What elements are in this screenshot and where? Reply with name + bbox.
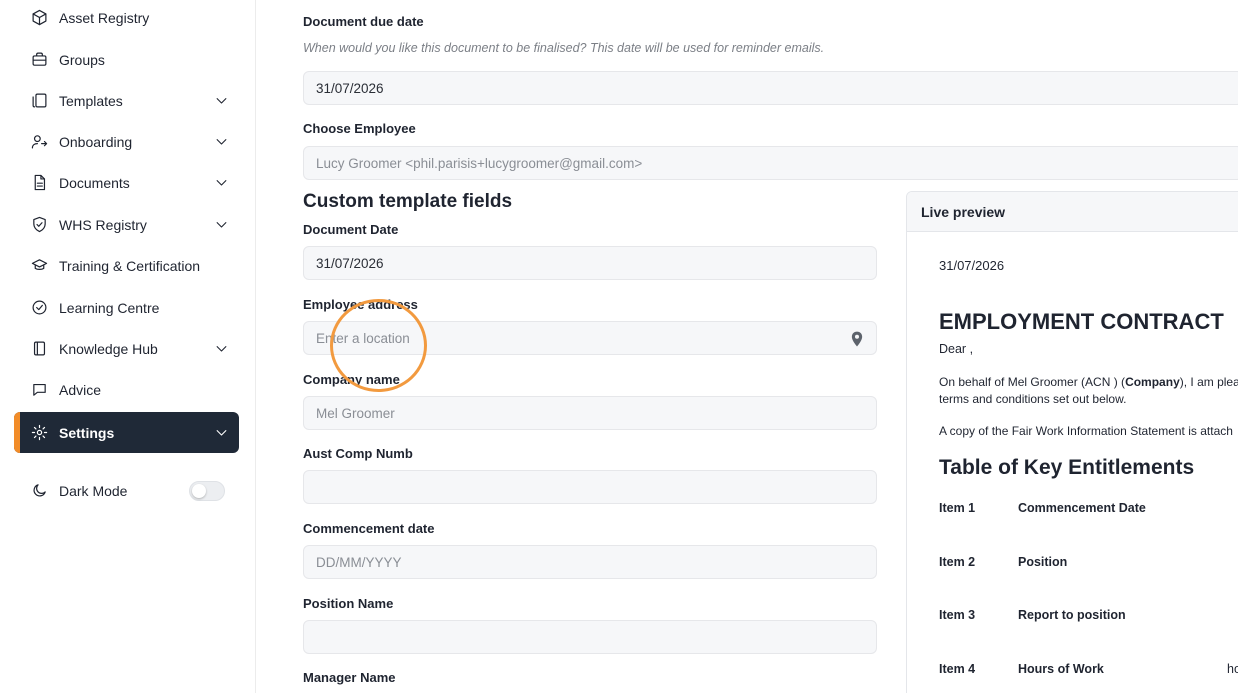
chevron-down-icon (214, 93, 229, 108)
sidebar-item-label: Advice (59, 381, 102, 398)
briefcase-icon (30, 51, 48, 69)
live-preview-panel: Live preview 31/07/2026 EMPLOYMENT CONTR… (906, 191, 1238, 693)
preview-item-number: Item 2 (939, 555, 976, 569)
sidebar-item-whs-registry[interactable]: WHS Registry (14, 204, 239, 245)
commencement-date-label: Commencement date (303, 521, 435, 536)
user-arrow-icon (30, 133, 48, 151)
company-name-value: Mel Groomer (316, 405, 395, 421)
chevron-down-icon (214, 341, 229, 356)
preview-item-label: Report to position (1018, 608, 1126, 622)
preview-company-term: Company (1125, 375, 1180, 389)
employee-address-label: Employee address (303, 297, 418, 312)
sidebar-item-settings[interactable]: Settings (14, 412, 239, 453)
company-name-input[interactable]: Mel Groomer (303, 396, 877, 430)
chevron-down-icon (214, 134, 229, 149)
employee-value: Lucy Groomer <phil.parisis+lucygroomer@g… (316, 155, 643, 171)
position-name-input[interactable] (303, 620, 877, 654)
sidebar-item-training-certification[interactable]: Training & Certification (14, 245, 239, 286)
sidebar-item-onboarding[interactable]: Onboarding (14, 121, 239, 162)
aust-comp-numb-input[interactable] (303, 470, 877, 504)
toggle-knob (192, 484, 206, 498)
employee-address-input[interactable]: Enter a location (303, 321, 877, 355)
sidebar: Asset Registry Groups Templates Onboardi… (0, 0, 256, 693)
sidebar-item-label: Training & Certification (59, 257, 201, 274)
copy-icon (30, 92, 48, 110)
preview-item-label: Position (1018, 555, 1068, 569)
due-date-value: 31/07/2026 (316, 80, 384, 96)
sidebar-item-label: Knowledge Hub (59, 340, 158, 357)
company-name-label: Company name (303, 372, 400, 387)
commencement-date-input[interactable]: DD/MM/YYYY (303, 545, 877, 579)
preview-table-heading: Table of Key Entitlements (939, 456, 1195, 479)
sidebar-item-label: Learning Centre (59, 299, 160, 316)
cube-icon (30, 9, 48, 27)
manager-name-label: Manager Name (303, 670, 396, 685)
preview-item-number: Item 1 (939, 501, 976, 515)
sidebar-item-groups[interactable]: Groups (14, 39, 239, 80)
sidebar-item-label: WHS Registry (59, 216, 147, 233)
preview-item-label: Hours of Work (1018, 662, 1104, 676)
sidebar-item-label: Asset Registry (59, 9, 150, 26)
sidebar-item-learning-centre[interactable]: Learning Centre (14, 287, 239, 328)
document-icon (30, 174, 48, 192)
dark-mode-toggle[interactable] (189, 481, 225, 501)
employee-select[interactable]: Lucy Groomer <phil.parisis+lucygroomer@g… (303, 146, 1238, 180)
preview-salutation: Dear , (939, 342, 974, 356)
sidebar-item-advice[interactable]: Advice (14, 369, 239, 410)
document-date-value: 31/07/2026 (316, 255, 384, 271)
sidebar-item-templates[interactable]: Templates (14, 80, 239, 121)
chevron-down-icon (214, 425, 229, 440)
sidebar-item-asset-registry[interactable]: Asset Registry (14, 0, 239, 38)
sidebar-item-label: Settings (59, 424, 115, 441)
moon-icon (30, 482, 48, 500)
employee-address-placeholder: Enter a location (316, 330, 410, 346)
sidebar-item-label: Templates (59, 92, 123, 109)
book-icon (30, 340, 48, 358)
preview-paragraph-1-end: ), I am pleas (1179, 375, 1238, 389)
preview-paragraph-1-start: On behalf of Mel Groomer (ACN ) ( (939, 375, 1126, 389)
preview-item-number: Item 4 (939, 662, 976, 676)
document-date-label: Document Date (303, 222, 399, 237)
location-pin-icon (851, 331, 863, 347)
sidebar-item-label: Documents (59, 174, 130, 191)
document-date-input[interactable]: 31/07/2026 (303, 246, 877, 280)
position-name-label: Position Name (303, 596, 394, 611)
preview-item-number: Item 3 (939, 608, 976, 622)
chevron-down-icon (214, 217, 229, 232)
custom-fields-title: Custom template fields (303, 191, 513, 212)
preview-date: 31/07/2026 (939, 258, 1005, 273)
check-circle-icon (30, 299, 48, 317)
shield-check-icon (30, 216, 48, 234)
sidebar-item-knowledge-hub[interactable]: Knowledge Hub (14, 328, 239, 369)
preview-heading: EMPLOYMENT CONTRACT (939, 309, 1224, 334)
sidebar-item-documents[interactable]: Documents (14, 162, 239, 203)
gear-icon (30, 424, 48, 442)
commencement-date-placeholder: DD/MM/YYYY (316, 554, 402, 570)
live-preview-header: Live preview (907, 192, 1238, 232)
employee-label: Choose Employee (303, 121, 416, 136)
due-date-hint: When would you like this document to be … (303, 41, 825, 55)
sidebar-item-label: Onboarding (59, 133, 133, 150)
due-date-label: Document due date (303, 14, 424, 29)
chevron-down-icon (214, 175, 229, 190)
preview-paragraph-1-line2: terms and conditions set out below. (939, 392, 1127, 406)
aust-comp-numb-label: Aust Comp Numb (303, 446, 413, 461)
preview-item-extra: ho (1227, 662, 1238, 676)
preview-paragraph-2: A copy of the Fair Work Information Stat… (939, 424, 1233, 438)
due-date-input[interactable]: 31/07/2026 (303, 71, 1238, 105)
sidebar-item-label: Groups (59, 51, 105, 68)
graduation-cap-icon (30, 257, 48, 275)
preview-paragraph-1: On behalf of Mel Groomer (ACN ) (Company… (939, 374, 1238, 408)
preview-item-label: Commencement Date (1018, 501, 1146, 515)
chat-bubble-icon (30, 381, 48, 399)
dark-mode-label: Dark Mode (59, 482, 128, 499)
